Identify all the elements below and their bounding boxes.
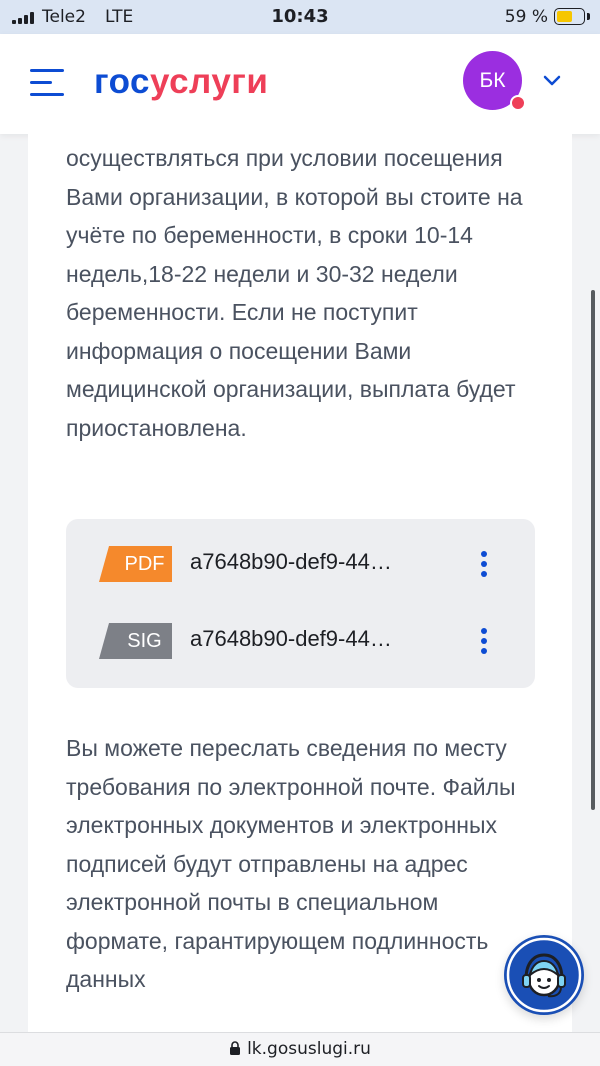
battery-icon — [554, 8, 585, 25]
url-text: lk.gosuslugi.ru — [247, 1039, 371, 1059]
lock-icon — [230, 1041, 241, 1055]
pdf-file-icon: PDF — [99, 546, 172, 582]
email-forward-info-text: Вы можете переслать сведения по месту тр… — [66, 735, 516, 992]
file-type-label: SIG — [127, 630, 162, 652]
support-operator-icon — [506, 937, 582, 1013]
sig-file-icon: SIG — [99, 623, 172, 659]
status-bar: Tele2 LTE 10:43 59 % — [0, 0, 600, 34]
scrollbar[interactable] — [591, 290, 595, 810]
file-name[interactable]: a7648b90-def9-44… — [190, 626, 392, 652]
file-row-pdf[interactable]: PDF a7648b90-def9-44… — [66, 544, 535, 584]
app-header: госуслуги БК — [0, 34, 600, 134]
more-options-icon[interactable] — [476, 623, 492, 659]
file-row-sig[interactable]: SIG a7648b90-def9-44… — [66, 621, 535, 661]
logo-part-uslugi: услуги — [150, 62, 269, 101]
file-name[interactable]: a7648b90-def9-44… — [190, 549, 392, 575]
gosuslugi-logo[interactable]: госуслуги — [94, 62, 268, 102]
browser-url-bar[interactable]: lk.gosuslugi.ru — [0, 1032, 600, 1066]
notification-dot — [510, 95, 526, 111]
battery-percent: 59 % — [504, 7, 548, 27]
battery-cap — [587, 13, 590, 20]
content-card: осуществляться при условии посещения Вам… — [28, 134, 572, 1034]
logo-part-gos: гос — [94, 62, 150, 101]
payment-conditions-text: осуществляться при условии посещения Вам… — [66, 145, 523, 441]
support-chat-button[interactable] — [504, 935, 584, 1015]
attached-files-block: PDF a7648b90-def9-44… SIG a7648b90-def9-… — [66, 519, 535, 688]
url-text-wrap[interactable]: lk.gosuslugi.ru — [0, 1039, 600, 1059]
chevron-down-icon[interactable] — [541, 71, 563, 89]
more-options-icon[interactable] — [476, 546, 492, 582]
hamburger-menu-icon[interactable] — [30, 69, 64, 97]
file-type-label: PDF — [124, 553, 165, 575]
